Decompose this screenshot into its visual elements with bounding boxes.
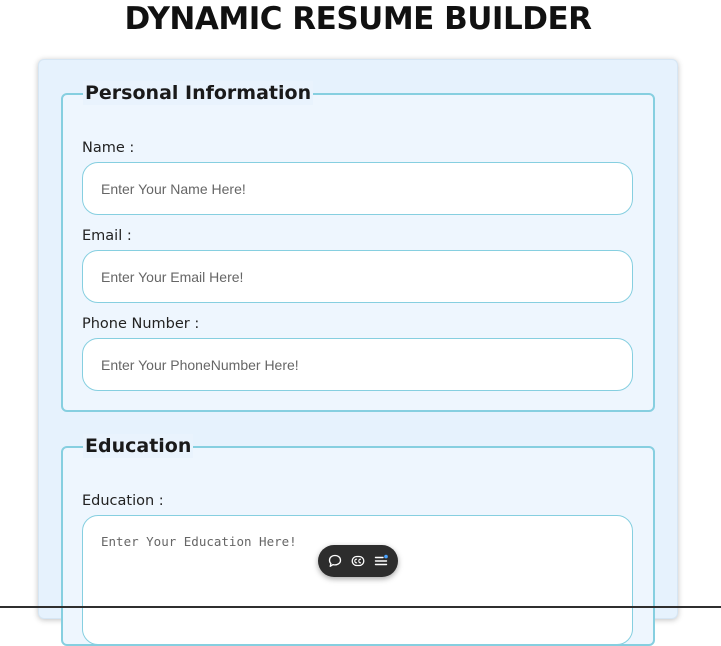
education-label: Education : [82,493,164,509]
phone-number-label: Phone Number : [82,316,200,332]
floating-toolbar [318,545,398,577]
page-title: DYNAMIC RESUME BUILDER [124,1,592,37]
name-label: Name : [82,140,135,156]
education-legend: Education [83,434,194,458]
menu-list-icon[interactable] [371,551,391,571]
chat-bubble-icon[interactable] [325,551,345,571]
email-label: Email : [82,228,132,244]
caption-toggle-icon[interactable] [348,551,368,571]
email-input[interactable] [82,250,633,303]
phone-number-input[interactable] [82,338,633,391]
personal-information-legend: Personal Information [83,81,314,105]
name-input[interactable] [82,162,633,215]
education-textarea[interactable] [82,515,633,645]
